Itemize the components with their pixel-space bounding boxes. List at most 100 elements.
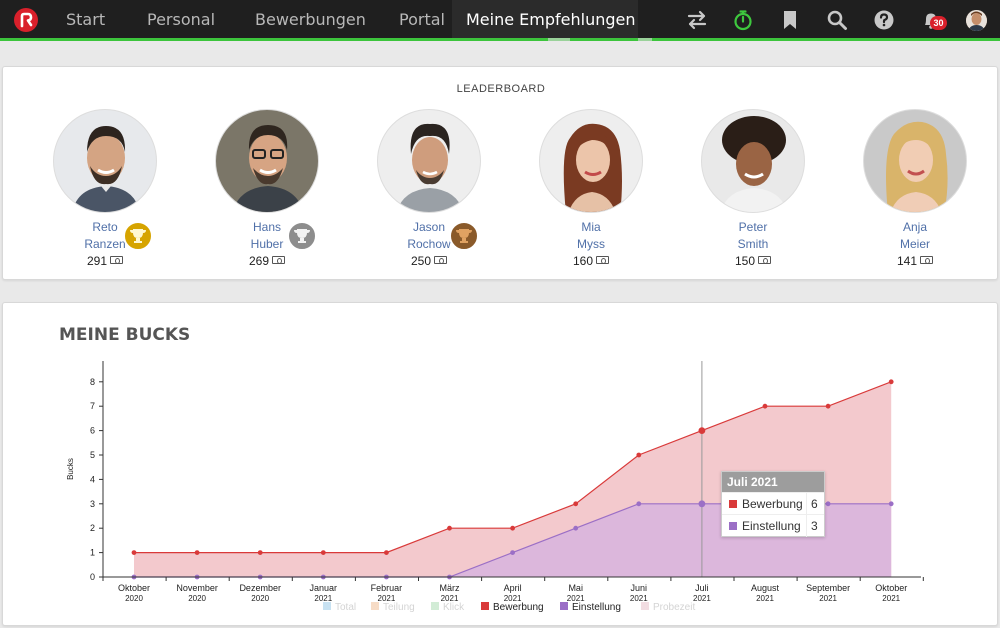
legend-swatch bbox=[323, 602, 331, 610]
person-photo bbox=[53, 109, 157, 213]
y-tick-label: 2 bbox=[90, 523, 95, 533]
legend-item-bewerbung: Bewerbung bbox=[493, 602, 544, 613]
nav-meine-empfehlungen[interactable]: Meine Empfehlungen bbox=[452, 0, 638, 38]
nav-accent-line bbox=[0, 38, 1000, 41]
bookmark-icon[interactable] bbox=[779, 9, 801, 31]
money-icon bbox=[272, 256, 286, 264]
x-tick-label-year: 2021 bbox=[882, 594, 900, 603]
person-first-name: Reto bbox=[92, 220, 118, 234]
notification-badge: 30 bbox=[930, 16, 947, 30]
data-point-bewerbung bbox=[573, 501, 579, 507]
app-logo[interactable] bbox=[14, 8, 38, 32]
x-tick-label-year: 2021 bbox=[630, 594, 648, 603]
legend-item-probezeit: Probezeit bbox=[653, 602, 695, 613]
person-photo bbox=[539, 109, 643, 213]
y-tick-label: 4 bbox=[90, 474, 95, 484]
data-point-bewerbung bbox=[510, 525, 515, 531]
x-tick-label-year: 2021 bbox=[756, 594, 774, 603]
tooltip-label: Einstellung bbox=[742, 519, 801, 533]
x-tick-label-month: März bbox=[440, 583, 460, 593]
tooltip-swatch bbox=[729, 522, 737, 530]
x-tick-label-month: Mai bbox=[568, 583, 583, 593]
x-tick-label-month: April bbox=[504, 583, 522, 593]
data-point-einstellung bbox=[573, 525, 579, 531]
legend-swatch bbox=[481, 602, 489, 610]
x-tick-label-month: Januar bbox=[310, 583, 338, 593]
nav-start[interactable]: Start bbox=[66, 0, 105, 38]
bucks-chart: 012345678BucksOktober2020November2020Dez… bbox=[66, 361, 924, 613]
bronze-trophy-icon bbox=[449, 221, 479, 251]
legend-item-total: Total bbox=[335, 602, 356, 613]
legend-item-einstellung: Einstellung bbox=[572, 602, 621, 613]
person-first-name: Mia bbox=[581, 220, 601, 234]
data-point-bewerbung bbox=[447, 525, 452, 531]
y-tick-label: 1 bbox=[90, 548, 95, 558]
y-tick-label: 8 bbox=[90, 377, 95, 387]
silver-trophy-icon bbox=[287, 221, 317, 251]
data-point-bewerbung bbox=[888, 379, 894, 385]
person-score: 141 bbox=[845, 253, 985, 270]
legend-swatch bbox=[560, 602, 568, 610]
chart-tooltip: Juli 2021 Bewerbung 6 Einstellung 3 bbox=[721, 471, 825, 537]
leaderboard-person[interactable]: Anja Meier 141 bbox=[845, 109, 985, 270]
help-icon[interactable] bbox=[873, 9, 895, 31]
person-score: 160 bbox=[521, 253, 661, 270]
person-last-name: Ranzen bbox=[84, 237, 126, 251]
x-tick-label-month: August bbox=[751, 583, 780, 593]
data-point-einstellung bbox=[698, 500, 706, 508]
y-tick-label: 6 bbox=[90, 426, 95, 436]
nav-personal[interactable]: Personal bbox=[147, 0, 215, 38]
person-first-name: Peter bbox=[738, 220, 768, 234]
person-score: 291 bbox=[35, 253, 175, 270]
leaderboard-person[interactable]: Mia Myss 160 bbox=[521, 109, 661, 270]
x-tick-label-year: 2020 bbox=[125, 594, 143, 603]
x-tick-label-month: November bbox=[176, 583, 218, 593]
top-navigation-bar: Start Personal Bewerbungen Portal Meine … bbox=[0, 0, 1000, 40]
data-point-bewerbung bbox=[131, 550, 137, 555]
y-tick-label: 5 bbox=[90, 450, 95, 460]
x-tick-label-year: 2021 bbox=[314, 594, 332, 603]
legend-swatch bbox=[431, 602, 439, 610]
score-value: 269 bbox=[248, 254, 270, 268]
leaderboard-person[interactable]: Peter Smith 150 bbox=[683, 109, 823, 270]
person-score: 150 bbox=[683, 253, 823, 270]
x-tick-label-year: 2020 bbox=[251, 594, 269, 603]
user-avatar[interactable] bbox=[966, 10, 987, 31]
legend-swatch bbox=[641, 602, 649, 610]
x-tick-label-month: Juni bbox=[631, 583, 648, 593]
data-point-bewerbung bbox=[384, 550, 389, 555]
stopwatch-icon[interactable] bbox=[732, 9, 754, 31]
y-tick-label: 3 bbox=[90, 499, 95, 509]
leaderboard-card: LEADERBOARD Reto Ranzen 291 Hans Huber 2… bbox=[2, 66, 998, 280]
score-value: 150 bbox=[734, 254, 756, 268]
person-last-name: Meier bbox=[899, 237, 930, 251]
tooltip-value: 6 bbox=[806, 493, 824, 515]
search-icon[interactable] bbox=[826, 9, 848, 31]
nav-accent-line-highlight bbox=[548, 38, 570, 41]
tooltip-label: Bewerbung bbox=[742, 497, 803, 511]
person-score: 269 bbox=[197, 253, 337, 270]
leaderboard-person[interactable]: Hans Huber 269 bbox=[197, 109, 337, 270]
person-photo bbox=[863, 109, 967, 213]
leaderboard-person[interactable]: Reto Ranzen 291 bbox=[35, 109, 175, 270]
legend-swatch bbox=[371, 602, 379, 610]
tooltip-title: Juli 2021 bbox=[722, 472, 824, 492]
switch-icon[interactable] bbox=[686, 9, 708, 31]
data-point-einstellung bbox=[510, 550, 515, 555]
nav-portal[interactable]: Portal bbox=[399, 0, 445, 38]
nav-accent-line-highlight bbox=[638, 38, 652, 41]
x-tick-label-month: Oktober bbox=[875, 583, 907, 593]
score-value: 160 bbox=[572, 254, 594, 268]
nav-bewerbungen[interactable]: Bewerbungen bbox=[255, 0, 366, 38]
tooltip-swatch bbox=[729, 500, 737, 508]
data-point-bewerbung bbox=[194, 550, 200, 555]
legend-item-klick: Klick bbox=[443, 602, 465, 613]
leaderboard-person[interactable]: Jason Rochow 250 bbox=[359, 109, 499, 270]
money-icon bbox=[596, 256, 610, 264]
tooltip-row: Einstellung 3 bbox=[722, 514, 824, 537]
money-icon bbox=[110, 256, 124, 264]
person-last-name: Myss bbox=[577, 237, 605, 251]
tooltip-value: 3 bbox=[806, 515, 824, 537]
person-score: 250 bbox=[359, 253, 499, 270]
data-point-einstellung bbox=[888, 501, 894, 507]
